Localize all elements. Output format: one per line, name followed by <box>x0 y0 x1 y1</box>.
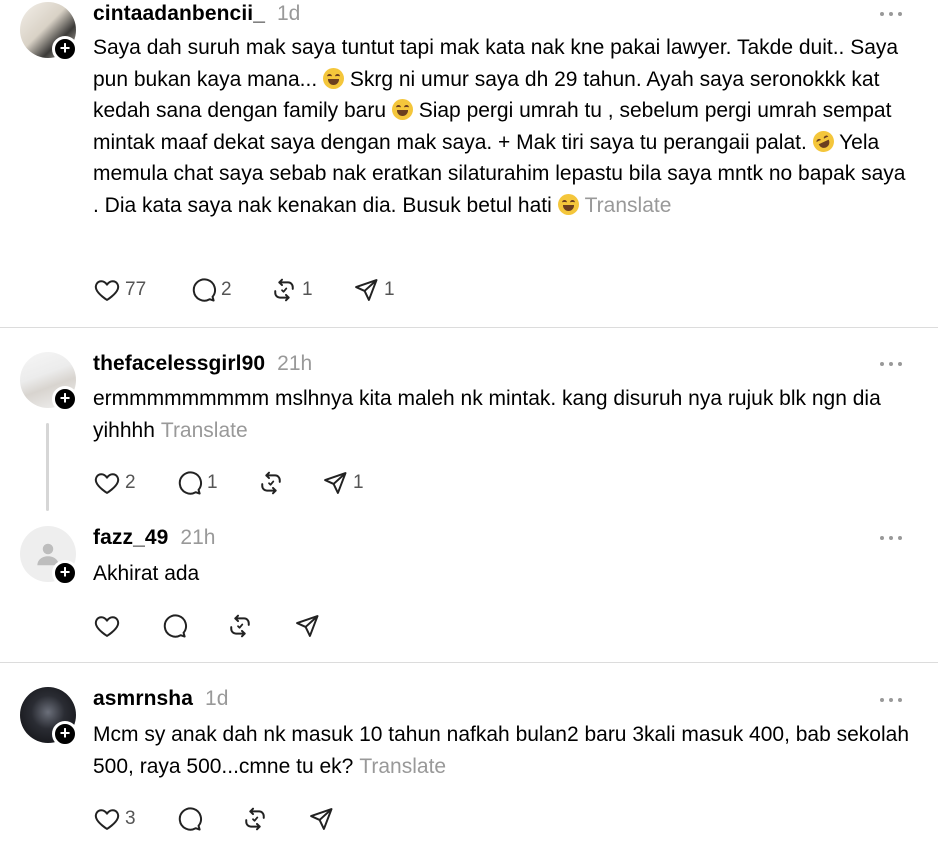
avatar[interactable]: + <box>20 352 78 412</box>
comment-bubble-icon <box>160 612 188 640</box>
more-dots-icon[interactable] <box>880 11 902 17</box>
send-icon <box>352 276 380 304</box>
comment-bubble-icon <box>175 469 203 497</box>
timestamp[interactable]: 1d <box>205 687 228 711</box>
plus-icon: + <box>59 388 71 408</box>
comment-bubble-icon <box>175 805 203 833</box>
follow-button[interactable]: + <box>52 560 78 586</box>
plus-icon: + <box>59 562 71 582</box>
thread-line <box>46 423 49 511</box>
avatar[interactable]: + <box>20 687 78 747</box>
post-header: fazz_49 21h <box>93 526 215 550</box>
post-text: Akhirat ada <box>93 558 913 590</box>
share-count: 1 <box>384 279 395 300</box>
heart-icon <box>93 469 121 497</box>
post-header: thefacelessgirl90 21h <box>93 352 312 376</box>
username[interactable]: cintaadanbencii_ <box>93 2 265 26</box>
face-with-tears-of-joy-icon <box>557 193 579 215</box>
more-dots-icon[interactable] <box>880 697 902 703</box>
repost-button[interactable] <box>226 611 293 641</box>
post-text-content: Mcm sy anak dah nk masuk 10 tahun nafkah… <box>93 723 909 778</box>
repost-button[interactable] <box>257 468 321 498</box>
more-dots-icon[interactable] <box>880 361 902 367</box>
face-with-tears-of-joy-icon <box>323 67 344 89</box>
reply-button[interactable]: 1 <box>175 468 257 498</box>
username[interactable]: asmrnsha <box>93 687 193 711</box>
comment-bubble-icon <box>189 276 217 304</box>
share-button[interactable]: 1 <box>321 468 401 498</box>
like-count: 2 <box>125 472 136 493</box>
divider <box>0 327 938 328</box>
timestamp[interactable]: 21h <box>277 352 312 376</box>
share-button[interactable]: 1 <box>352 275 432 305</box>
plus-icon: + <box>59 723 71 743</box>
avatar[interactable]: + <box>20 526 78 586</box>
follow-button[interactable]: + <box>52 36 78 62</box>
reply-button[interactable] <box>175 804 241 834</box>
translate-link[interactable]: Translate <box>161 419 248 442</box>
heart-icon <box>93 276 121 304</box>
repost-icon <box>270 276 298 304</box>
repost-icon <box>257 469 285 497</box>
username[interactable]: fazz_49 <box>93 526 168 550</box>
post-text: Mcm sy anak dah nk masuk 10 tahun nafkah… <box>93 719 913 782</box>
plus-icon: + <box>59 38 71 58</box>
reply-count: 1 <box>207 472 218 493</box>
share-count: 1 <box>353 472 364 493</box>
follow-button[interactable]: + <box>52 721 78 747</box>
avatar[interactable]: + <box>20 2 78 62</box>
repost-button[interactable]: 1 <box>270 275 352 305</box>
post-text-content: Akhirat ada <box>93 562 200 585</box>
heart-icon <box>93 612 121 640</box>
action-bar: 2 1 1 <box>93 468 401 498</box>
action-bar: 3 <box>93 804 347 834</box>
share-button[interactable] <box>293 611 333 641</box>
like-button[interactable]: 2 <box>93 468 175 498</box>
post-header: cintaadanbencii_ 1d <box>93 2 300 26</box>
timestamp[interactable]: 21h <box>180 526 215 550</box>
reply-button[interactable]: 2 <box>189 275 270 305</box>
like-count: 3 <box>125 808 136 829</box>
repost-button[interactable] <box>241 804 307 834</box>
translate-link[interactable]: Translate <box>585 194 672 217</box>
follow-button[interactable]: + <box>52 386 78 412</box>
reply-count: 2 <box>221 279 232 300</box>
like-button[interactable] <box>93 611 160 641</box>
post-text: Saya dah suruh mak saya tuntut tapi mak … <box>93 32 913 221</box>
heart-icon <box>93 805 121 833</box>
action-bar <box>93 611 333 641</box>
share-button[interactable] <box>307 804 347 834</box>
like-count: 77 <box>125 279 147 300</box>
face-with-tears-of-joy-icon <box>391 99 413 120</box>
send-icon <box>307 805 335 833</box>
repost-icon <box>226 612 254 640</box>
post-text: ermmmmmmmmm mslhnya kita maleh nk mintak… <box>93 383 913 446</box>
like-button[interactable]: 3 <box>93 804 175 834</box>
translate-link[interactable]: Translate <box>359 755 446 778</box>
send-icon <box>321 469 349 497</box>
action-bar: 77 2 1 1 <box>93 275 432 305</box>
username[interactable]: thefacelessgirl90 <box>93 352 265 376</box>
like-button[interactable]: 77 <box>93 275 189 305</box>
post-header: asmrnsha 1d <box>93 687 228 711</box>
repost-count: 1 <box>302 279 313 300</box>
more-dots-icon[interactable] <box>880 535 902 541</box>
divider <box>0 662 938 663</box>
timestamp[interactable]: 1d <box>277 2 300 26</box>
reply-button[interactable] <box>160 611 226 641</box>
repost-icon <box>241 805 269 833</box>
send-icon <box>293 612 321 640</box>
